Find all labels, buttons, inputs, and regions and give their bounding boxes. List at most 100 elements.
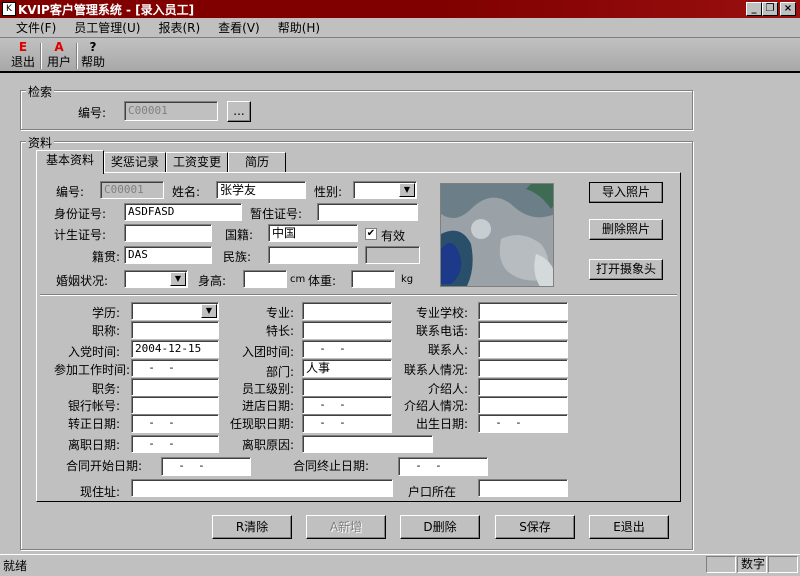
delete-button[interactable]: D删除 <box>400 515 480 539</box>
name-field[interactable]: 张学友 <box>216 181 306 199</box>
weight-field[interactable] <box>351 270 395 288</box>
referrer-info-field[interactable] <box>478 396 568 414</box>
work-start-field[interactable]: - - <box>131 359 219 377</box>
employee-photo <box>440 183 554 287</box>
weight-label: 体重: <box>308 274 337 288</box>
toolbar-user-button[interactable]: A 用户 <box>44 41 74 71</box>
education-select[interactable]: 无 ▼ <box>131 302 219 320</box>
toolbar: E 退出 A 用户 ? 帮助 <box>0 39 800 73</box>
chevron-down-icon[interactable]: ▼ <box>201 304 217 318</box>
gender-select[interactable]: 男 ▼ <box>353 181 417 199</box>
minimize-button[interactable]: _ <box>746 2 762 16</box>
position-field[interactable] <box>131 378 219 396</box>
referrer-field[interactable] <box>478 378 568 396</box>
regular-date-field[interactable]: - - <box>131 414 219 433</box>
ethnic-extra-field <box>365 246 420 264</box>
exit-button[interactable]: E退出 <box>589 515 669 539</box>
join-date-field[interactable]: - - <box>302 396 392 414</box>
tab-rewards[interactable]: 奖惩记录 <box>104 152 166 172</box>
toolbar-exit-button[interactable]: E 退出 <box>8 41 38 71</box>
current-pos-date-field[interactable]: - - <box>302 414 392 433</box>
status-panel <box>706 556 736 573</box>
address-field[interactable] <box>131 479 393 497</box>
help-icon: ? <box>89 40 97 54</box>
idcard-field[interactable]: ASDFASD <box>124 203 242 221</box>
section-divider <box>40 294 677 296</box>
valid-checkbox[interactable]: ✔ <box>365 228 377 240</box>
league-date-field[interactable]: - - <box>302 340 392 358</box>
address-label: 现住址: <box>79 485 120 499</box>
regular-date-label: 转正日期: <box>67 417 120 431</box>
add-button[interactable]: A新增 <box>306 515 386 539</box>
hukou-field[interactable] <box>478 479 568 497</box>
temp-permit-field[interactable] <box>317 203 418 221</box>
ethnic-field[interactable] <box>268 246 358 264</box>
menu-report[interactable]: 报表(R) <box>158 19 200 36</box>
birthplan-field[interactable] <box>124 224 212 242</box>
contact-field[interactable] <box>478 340 568 358</box>
contact-info-field[interactable] <box>478 359 568 377</box>
search-group-title: 检索 <box>26 83 55 100</box>
education-label: 学历: <box>91 306 120 320</box>
birthplan-label: 计生证号: <box>54 228 107 242</box>
idcard-label: 身份证号: <box>54 207 107 221</box>
menu-employee[interactable]: 员工管理(U) <box>74 19 140 36</box>
dept-label: 部门: <box>265 365 294 379</box>
basic-id-field[interactable]: C00001 <box>100 181 164 199</box>
app-icon[interactable]: K <box>2 2 16 16</box>
contract-start-label: 合同开始日期: <box>66 459 143 473</box>
specialty-field[interactable] <box>302 321 392 339</box>
tab-basic[interactable]: 基本资料 <box>36 150 104 174</box>
status-panel <box>768 556 798 573</box>
import-photo-button[interactable]: 导入照片 <box>589 182 663 203</box>
menu-view[interactable]: 查看(V) <box>218 19 260 36</box>
leave-date-field[interactable]: - - <box>131 435 219 453</box>
level-field[interactable] <box>302 378 392 396</box>
major-field[interactable] <box>302 302 392 320</box>
native-field[interactable]: DAS <box>124 246 212 264</box>
dept-field[interactable]: 人事 <box>302 359 392 377</box>
clear-button[interactable]: R清除 <box>212 515 292 539</box>
native-label: 籍贯: <box>92 250 121 264</box>
marital-select[interactable]: 未婚 ▼ <box>124 270 188 288</box>
chevron-down-icon[interactable]: ▼ <box>170 272 186 286</box>
save-button[interactable]: S保存 <box>495 515 575 539</box>
nationality-field[interactable]: 中国 <box>268 224 358 242</box>
height-unit: cm <box>290 274 306 285</box>
party-date-field[interactable]: 2004-12-15 <box>131 340 219 358</box>
delete-photo-button[interactable]: 删除照片 <box>589 219 663 240</box>
referrer-info-label: 介绍人情况: <box>403 399 468 413</box>
school-field[interactable] <box>478 302 568 320</box>
chevron-down-icon[interactable]: ▼ <box>399 183 415 197</box>
title-field[interactable] <box>131 321 219 339</box>
toolbar-separator <box>40 43 42 69</box>
menu-file[interactable]: 文件(F) <box>16 19 56 36</box>
bank-field[interactable] <box>131 396 219 414</box>
tab-resume[interactable]: 简历 <box>228 152 286 172</box>
search-browse-button[interactable]: ... <box>227 101 251 122</box>
toolbar-exit-label: 退出 <box>10 55 35 69</box>
hukou-label: 户口所在 <box>408 485 457 499</box>
restore-button[interactable]: ❐ <box>762 2 778 16</box>
phone-label: 联系电话: <box>415 324 468 338</box>
tab-salary[interactable]: 工资变更 <box>166 152 228 172</box>
contact-info-label: 联系人情况: <box>403 363 468 377</box>
contract-end-field[interactable]: - - <box>398 457 488 476</box>
referrer-label: 介绍人: <box>427 382 468 396</box>
height-field[interactable] <box>243 270 287 288</box>
status-bar <box>0 554 800 576</box>
title-label: 职称: <box>91 324 120 338</box>
phone-field[interactable] <box>478 321 568 339</box>
toolbar-help-button[interactable]: ? 帮助 <box>78 41 108 71</box>
name-label: 姓名: <box>172 185 201 199</box>
leave-reason-field[interactable] <box>302 435 433 453</box>
leave-reason-label: 离职原因: <box>241 438 294 452</box>
search-id-field[interactable]: C00001 <box>124 101 218 121</box>
nationality-label: 国籍: <box>225 228 254 242</box>
position-label: 职务: <box>91 382 120 396</box>
contract-start-field[interactable]: - - <box>161 457 251 476</box>
menu-help[interactable]: 帮助(H) <box>278 19 320 36</box>
close-button[interactable]: × <box>780 2 796 16</box>
open-camera-button[interactable]: 打开摄象头 <box>589 259 663 280</box>
birth-date-field[interactable]: - - <box>478 414 568 433</box>
